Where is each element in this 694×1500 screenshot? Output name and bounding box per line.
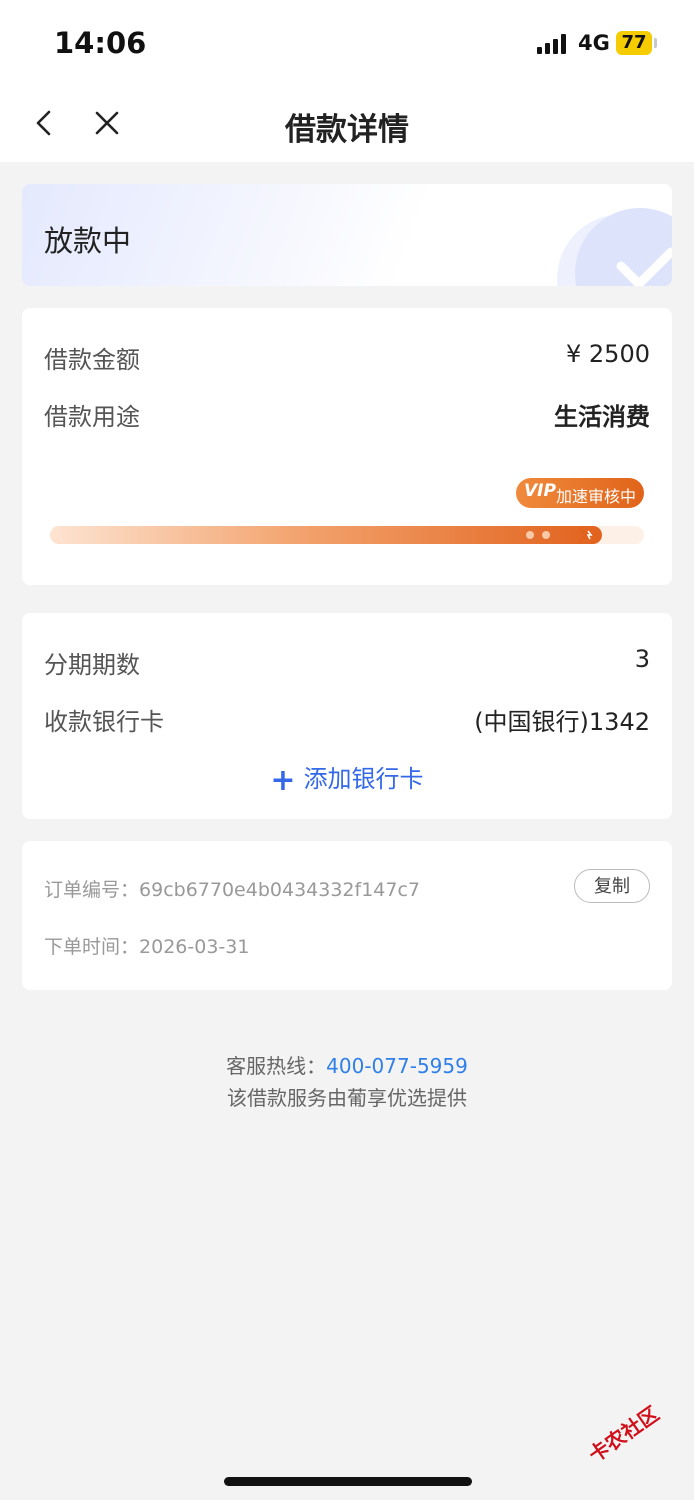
status-time: 14:06 xyxy=(54,26,147,60)
order-number-label: 订单编号： xyxy=(44,879,140,901)
battery-tip xyxy=(654,38,657,48)
rocket-icon xyxy=(576,522,602,548)
bank-value: (中国银行)1342 xyxy=(474,708,650,736)
review-progress-bar xyxy=(50,526,644,544)
loan-status-card: 放款中 xyxy=(22,184,672,286)
amount-label: 借款金额 xyxy=(44,346,140,374)
page-title: 借款详情 xyxy=(285,112,409,148)
vip-review-badge: VIP 加速审核中 xyxy=(516,478,644,508)
order-time-value: 2026-03-31 xyxy=(139,936,250,958)
vip-review-text: 加速审核中 xyxy=(556,487,637,506)
watermark: 卡农社区 xyxy=(584,1401,664,1468)
plus-icon: + xyxy=(270,763,296,798)
order-number: 订单编号：69cb6770e4b0434332f147c7 xyxy=(44,875,420,902)
purpose-label: 借款用途 xyxy=(44,403,140,431)
hotline: 客服热线：400-077-5959 xyxy=(0,1050,694,1079)
nav-bar: 借款详情 xyxy=(0,88,694,162)
progress-dot xyxy=(526,531,534,539)
provider-text: 该借款服务由葡享优选提供 xyxy=(227,1086,467,1110)
order-info-card: 订单编号：69cb6770e4b0434332f147c7 复制 下单时间：20… xyxy=(22,841,672,990)
loan-status-text: 放款中 xyxy=(44,224,132,258)
add-bank-card-label: 添加银行卡 xyxy=(303,765,424,793)
order-time-label: 下单时间： xyxy=(44,936,140,958)
network-type: 4G xyxy=(578,31,610,55)
battery-icon: 77 xyxy=(616,31,652,55)
loan-info-card: 借款金额 ¥ 2500 借款用途 生活消费 VIP 加速审核中 xyxy=(22,308,672,585)
installment-card: 分期期数 3 收款银行卡 (中国银行)1342 + 添加银行卡 xyxy=(22,613,672,819)
bank-label: 收款银行卡 xyxy=(44,708,164,736)
order-number-value: 69cb6770e4b0434332f147c7 xyxy=(139,879,420,901)
periods-label: 分期期数 xyxy=(44,651,140,679)
copy-button[interactable]: 复制 xyxy=(574,869,650,903)
periods-value: 3 xyxy=(634,645,650,673)
order-time: 下单时间：2026-03-31 xyxy=(44,932,249,959)
check-icon xyxy=(575,208,672,286)
progress-fill xyxy=(50,526,602,544)
hotline-phone-link[interactable]: 400-077-5959 xyxy=(326,1054,468,1078)
status-bar: 14:06 4G 77 xyxy=(0,0,694,88)
add-bank-card-button[interactable]: + 添加银行卡 xyxy=(22,759,672,798)
home-indicator[interactable] xyxy=(224,1477,472,1486)
purpose-value: 生活消费 xyxy=(554,403,650,431)
vip-label: VIP xyxy=(524,481,556,501)
signal-icon xyxy=(537,34,569,54)
amount-value: ¥ 2500 xyxy=(566,340,650,368)
progress-dot xyxy=(542,531,550,539)
hotline-label: 客服热线： xyxy=(226,1054,327,1078)
